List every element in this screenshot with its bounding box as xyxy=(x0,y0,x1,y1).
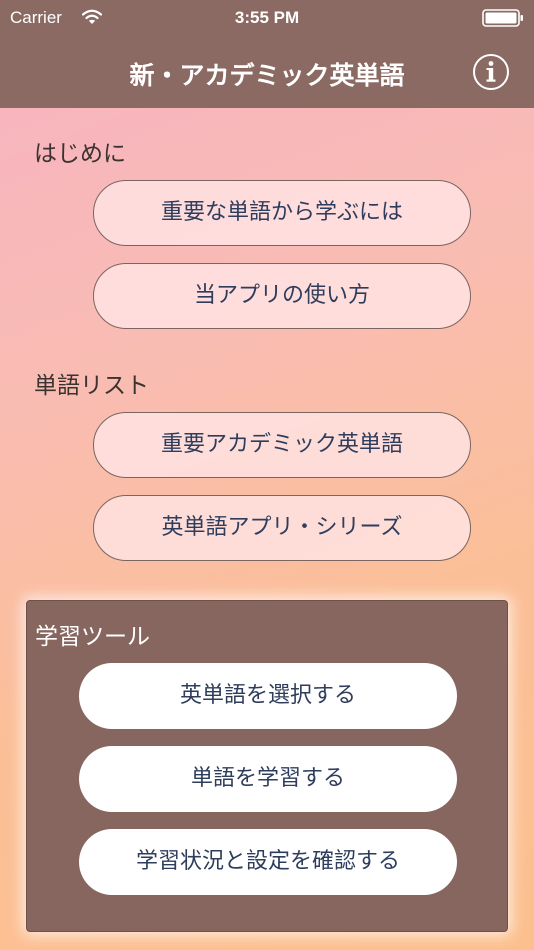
app-usage-button[interactable]: 当アプリの使い方 xyxy=(93,263,471,329)
status-time: 3:55 PM xyxy=(234,8,300,27)
word-app-series-button[interactable]: 英単語アプリ・シリーズ xyxy=(93,495,471,561)
important-academic-words-button[interactable]: 重要アカデミック英単語 xyxy=(93,412,471,478)
navigation-bar: 新・アカデミック英単語 xyxy=(0,36,534,108)
info-icon[interactable] xyxy=(472,53,510,91)
study-words-button[interactable]: 単語を学習する xyxy=(79,746,457,812)
section-label-word-list: 単語リスト xyxy=(34,373,149,399)
how-to-learn-important-words-button[interactable]: 重要な単語から学ぶには xyxy=(93,180,471,246)
app-title: 新・アカデミック英単語 xyxy=(129,61,405,90)
progress-settings-button[interactable]: 学習状況と設定を確認する xyxy=(79,829,457,895)
section-label-learning-tools: 学習ツール xyxy=(35,624,150,650)
status-bar: Carrier 3:55 PM xyxy=(0,0,534,36)
battery-icon xyxy=(482,9,523,27)
learning-tools-panel: 学習ツール 英単語を選択する 単語を学習する 学習状況と設定を確認する xyxy=(26,600,508,932)
select-words-button[interactable]: 英単語を選択する xyxy=(79,663,457,729)
section-label-intro: はじめに xyxy=(34,141,126,167)
